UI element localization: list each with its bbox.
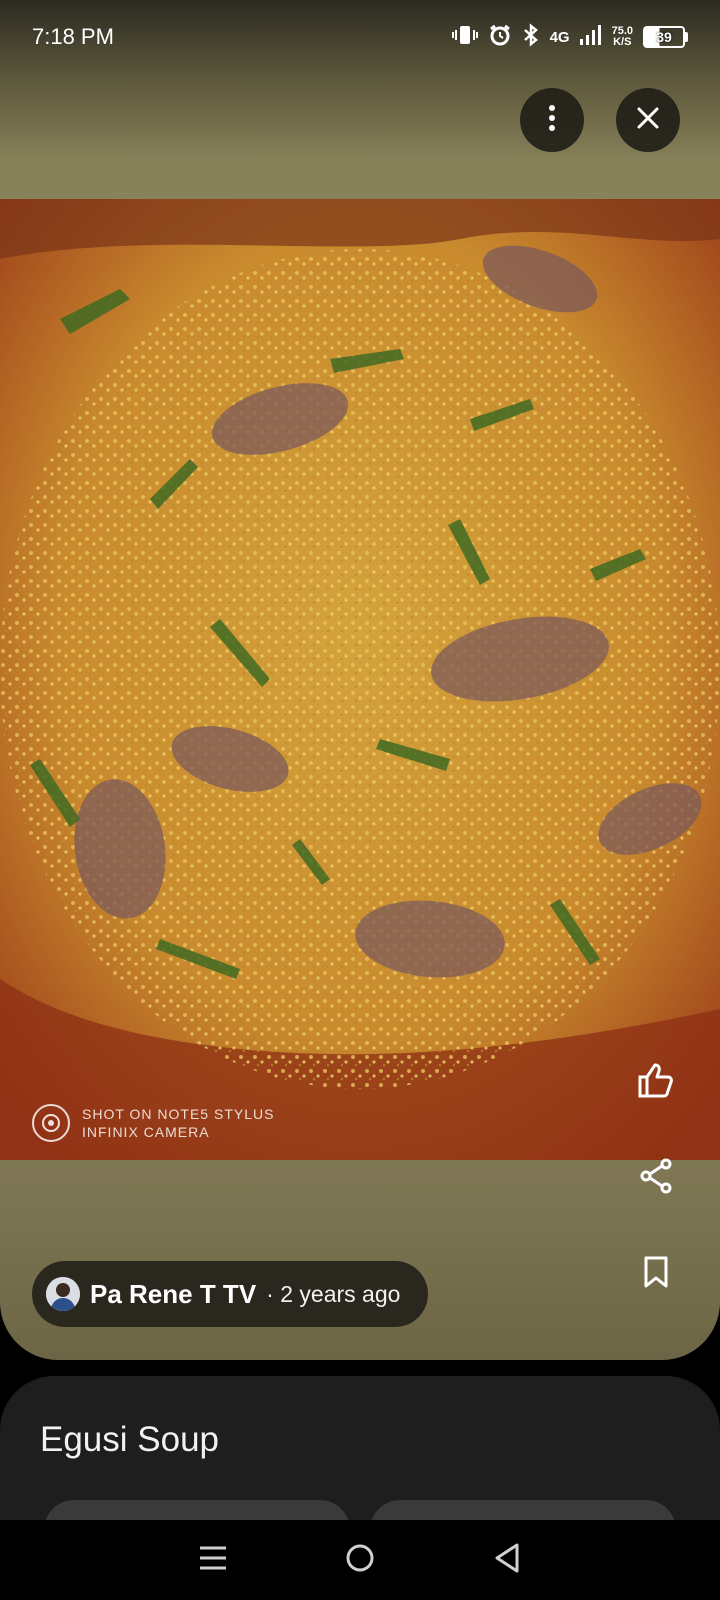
camera-logo-icon <box>32 1104 70 1142</box>
save-button[interactable] <box>630 1248 682 1300</box>
close-button[interactable] <box>616 88 680 152</box>
speed-unit: K/S <box>613 36 632 48</box>
more-options-button[interactable] <box>520 88 584 152</box>
image-viewer: 7:18 PM 4G 75.0 K/S 39 SHOT ON NOTE5 STY… <box>0 0 720 1360</box>
menu-icon <box>198 1545 228 1576</box>
status-icons: 4G 75.0 K/S 39 <box>451 23 688 51</box>
vibrate-icon <box>451 24 478 50</box>
details-chip-2[interactable] <box>370 1500 676 1520</box>
camera-watermark: SHOT ON NOTE5 STYLUS INFINIX CAMERA <box>32 1104 274 1142</box>
alarm-icon <box>488 23 512 51</box>
details-card: Egusi Soup <box>0 1376 720 1520</box>
home-button[interactable] <box>336 1536 384 1584</box>
source-age: · 2 years ago <box>266 1280 401 1307</box>
home-icon <box>344 1542 376 1579</box>
bluetooth-icon <box>522 23 540 51</box>
details-title: Egusi Soup <box>40 1420 220 1459</box>
bookmark-icon <box>643 1256 669 1293</box>
watermark-line-2: INFINIX CAMERA <box>82 1124 210 1140</box>
like-button[interactable] <box>630 1056 682 1108</box>
network-label: 4G <box>549 28 570 46</box>
signal-icon <box>579 25 602 49</box>
thumbs-up-icon <box>637 1062 675 1103</box>
details-chip-1[interactable] <box>44 1500 350 1520</box>
recents-button[interactable] <box>189 1536 237 1584</box>
food-photo[interactable] <box>0 199 720 1160</box>
watermark-line-1: SHOT ON NOTE5 STYLUS <box>82 1106 275 1122</box>
close-icon <box>637 107 659 134</box>
share-icon <box>639 1158 673 1199</box>
back-icon <box>493 1542 521 1579</box>
battery-icon: 39 <box>643 26 688 48</box>
status-time: 7:18 PM <box>32 24 114 49</box>
status-bar: 7:18 PM 4G 75.0 K/S 39 <box>0 0 720 74</box>
network-speed: 75.0 K/S <box>612 26 633 48</box>
back-button[interactable] <box>483 1536 531 1584</box>
more-vertical-icon <box>548 104 556 136</box>
share-button[interactable] <box>630 1152 682 1204</box>
source-name: Pa Rene T TV <box>90 1278 257 1309</box>
source-avatar <box>46 1277 80 1311</box>
battery-level: 39 <box>656 29 672 45</box>
navigation-bar <box>0 1520 720 1600</box>
source-chip[interactable]: Pa Rene T TV · 2 years ago <box>32 1261 428 1327</box>
